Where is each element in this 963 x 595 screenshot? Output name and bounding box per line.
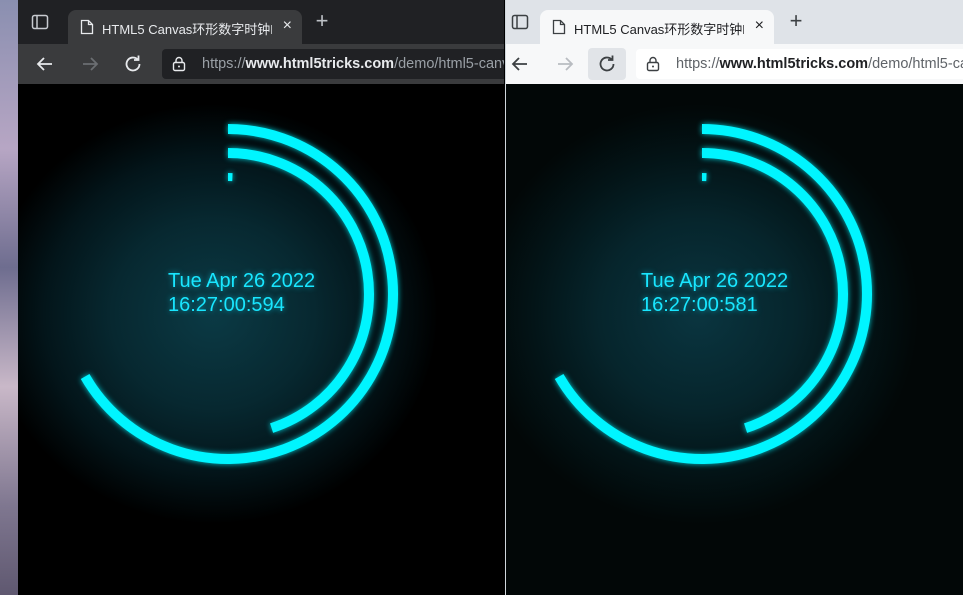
tab-actions-button[interactable] — [30, 12, 50, 32]
arrow-left-icon — [36, 57, 52, 71]
tab-title: HTML5 Canvas环形数字时钟DEMO — [574, 22, 744, 37]
page-icon — [552, 19, 566, 35]
clock-time: 16:27:00:594 — [168, 294, 285, 316]
close-tab-icon[interactable]: × — [755, 17, 764, 35]
clock-date: Tue Apr 26 2022 — [641, 270, 789, 292]
page-icon — [80, 19, 94, 35]
desktop-wallpaper — [0, 0, 18, 595]
url-path: /demo/html5-canvas — [868, 56, 963, 72]
navigation-toolbar: https://www.html5tricks.com/demo/html5-c… — [18, 44, 504, 84]
forward-button[interactable] — [553, 52, 577, 76]
url-path: /demo/html5-canvas — [394, 56, 504, 72]
clock-rings — [554, 124, 872, 464]
clock-date: Tue Apr 26 2022 — [168, 270, 316, 292]
lock-icon — [172, 56, 186, 72]
forward-button[interactable] — [78, 52, 102, 76]
lock-icon — [646, 56, 660, 72]
url-text: https://www.html5tricks.com/demo/html5-c… — [202, 56, 504, 72]
url-scheme: https:// — [202, 56, 246, 72]
arrow-right-icon — [558, 57, 574, 71]
new-tab-button[interactable]: + — [310, 10, 334, 34]
page-viewport: Tue Apr 26 2022 16:27:00:581 — [506, 84, 963, 595]
tab-actions-icon — [511, 14, 529, 30]
tab-strip: HTML5 Canvas环形数字时钟DEMO × + — [506, 0, 963, 44]
clock-rings — [80, 124, 398, 464]
clock-time: 16:27:00:581 — [641, 294, 758, 316]
arrow-right-icon — [83, 57, 99, 71]
address-bar[interactable]: https://www.html5tricks.com/demo/html5-c… — [636, 49, 963, 79]
navigation-toolbar: https://www.html5tricks.com/demo/html5-c… — [506, 44, 963, 84]
browser-window-dark: HTML5 Canvas环形数字时钟DEMO × + — [18, 0, 504, 595]
back-button[interactable] — [508, 52, 532, 76]
tab-strip: HTML5 Canvas环形数字时钟DEMO × + — [18, 0, 504, 44]
url-host: www.html5tricks.com — [245, 56, 395, 72]
url-host: www.html5tricks.com — [719, 56, 869, 72]
browser-window-light: HTML5 Canvas环形数字时钟DEMO × + — [505, 0, 963, 595]
close-tab-icon[interactable]: × — [283, 17, 292, 35]
tab-active[interactable]: HTML5 Canvas环形数字时钟DEMO × — [540, 10, 774, 44]
reload-button[interactable] — [595, 52, 619, 76]
tab-title: HTML5 Canvas环形数字时钟DEMO — [102, 22, 272, 37]
tab-actions-button[interactable] — [510, 12, 530, 32]
page-viewport: Tue Apr 26 2022 16:27:00:594 — [18, 84, 504, 595]
new-tab-button[interactable]: + — [784, 10, 808, 34]
reload-icon — [599, 55, 615, 72]
tab-active[interactable]: HTML5 Canvas环形数字时钟DEMO × — [68, 10, 302, 44]
back-button[interactable] — [33, 52, 57, 76]
reload-button[interactable] — [121, 52, 145, 76]
tab-actions-icon — [31, 14, 49, 30]
arrow-left-icon — [511, 57, 527, 71]
reload-icon — [125, 55, 141, 72]
url-text: https://www.html5tricks.com/demo/html5-c… — [676, 56, 963, 72]
url-scheme: https:// — [676, 56, 720, 72]
address-bar[interactable]: https://www.html5tricks.com/demo/html5-c… — [162, 49, 504, 79]
